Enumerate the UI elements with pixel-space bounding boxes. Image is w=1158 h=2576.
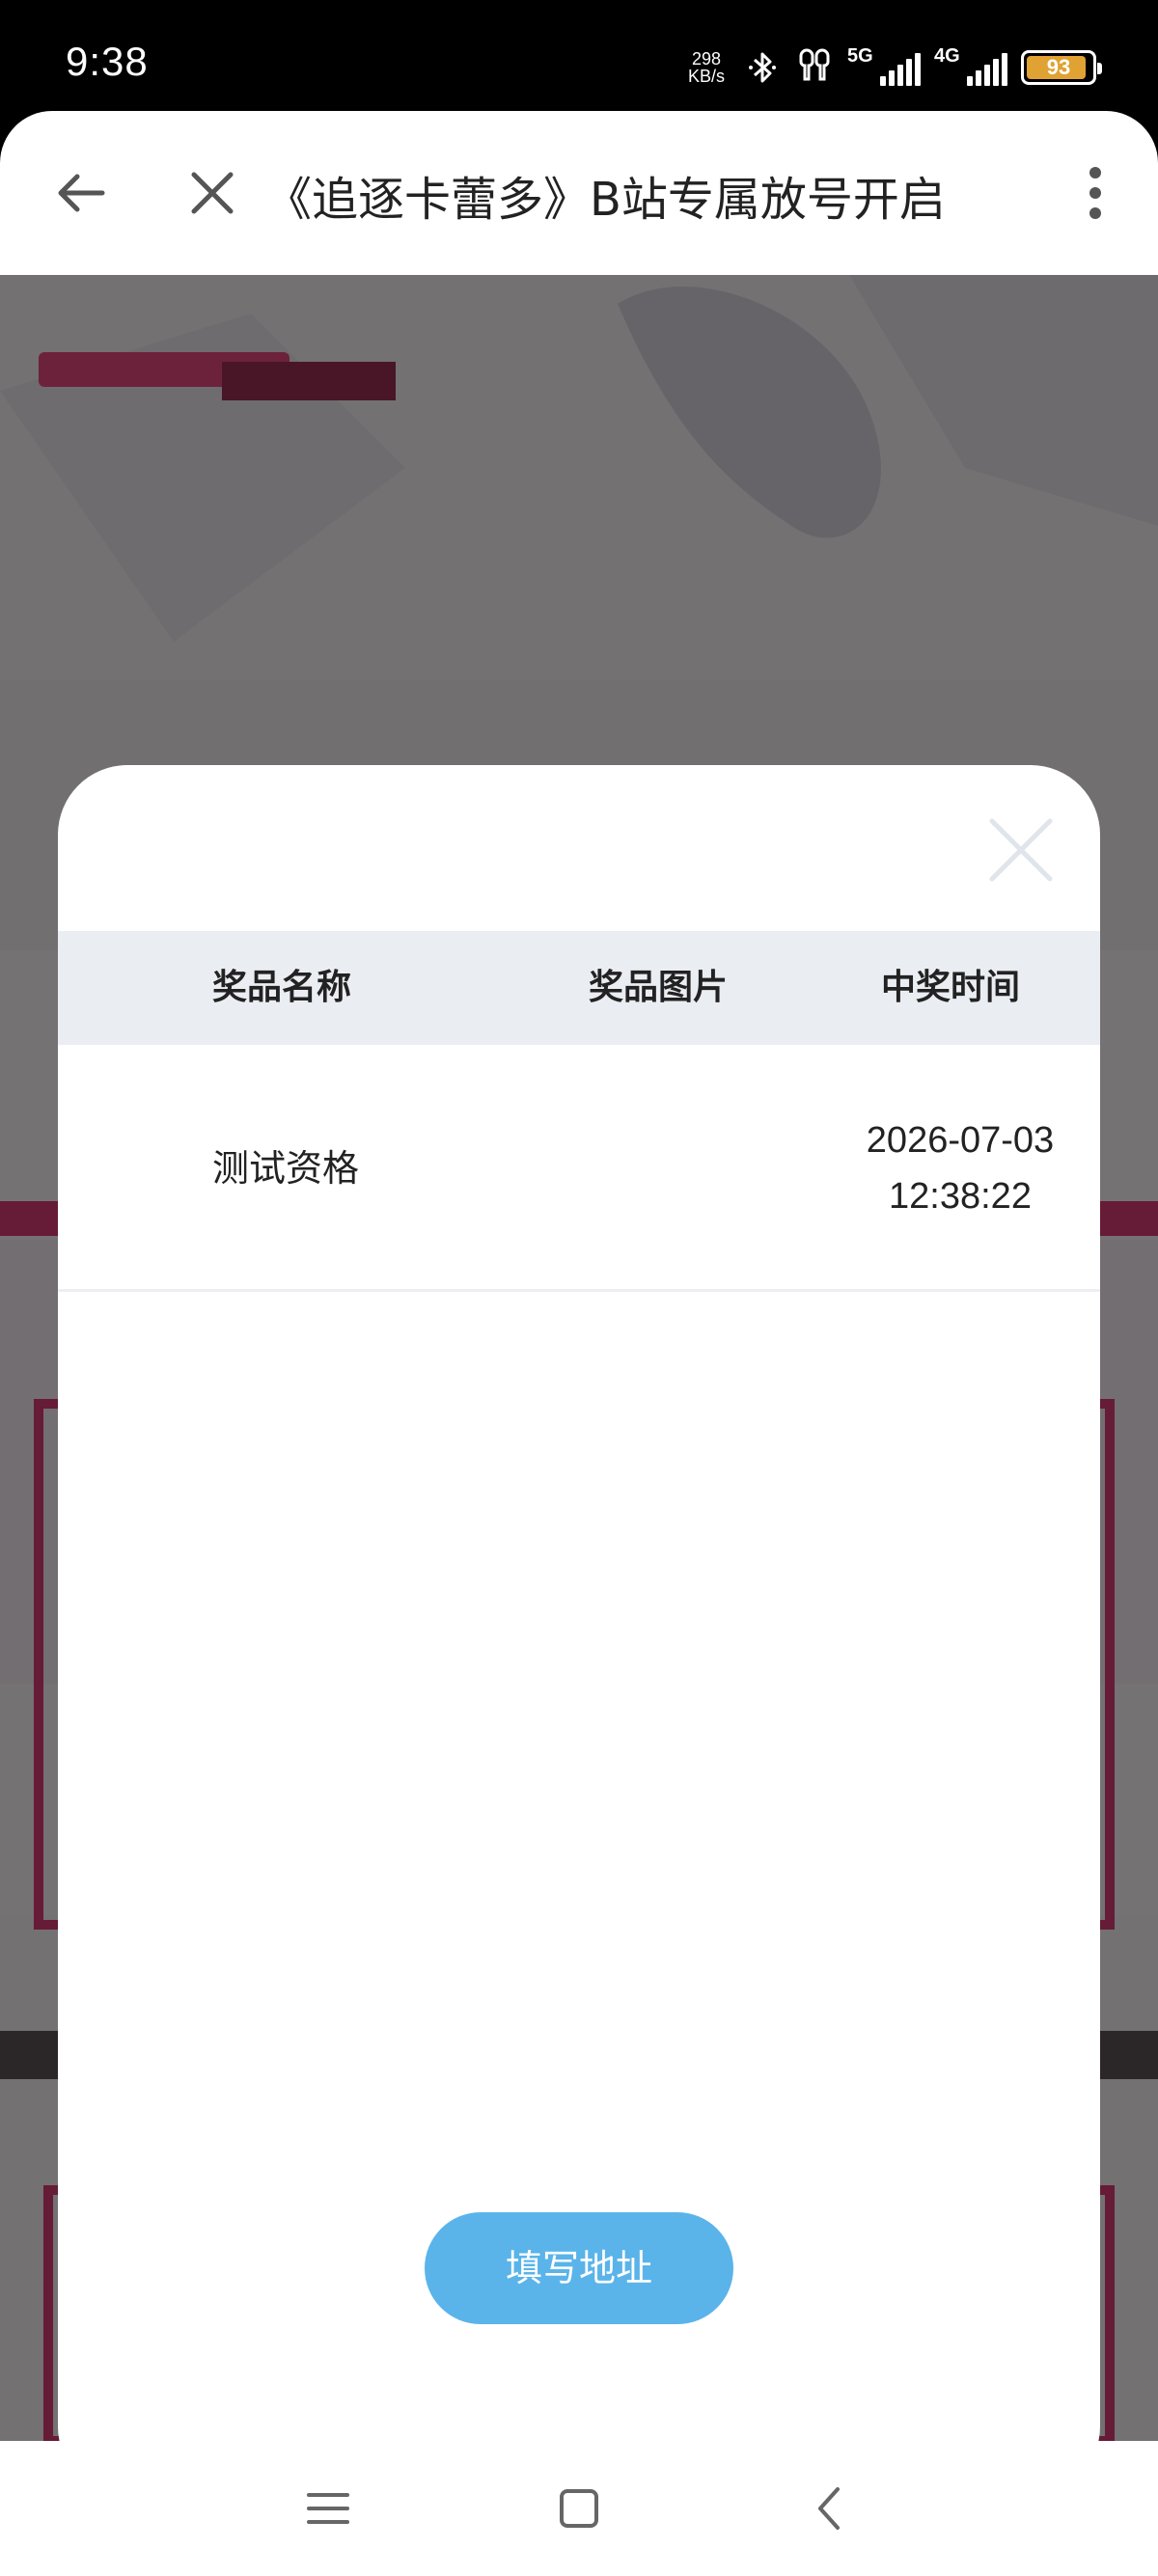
browser-nav-bar: 《追逐卡蕾多》B站专属放号开启	[0, 111, 1158, 275]
home-icon[interactable]	[550, 2480, 608, 2537]
signal-5g-icon: 5G	[847, 45, 921, 86]
prize-name-cell: 测试资格	[212, 1147, 360, 1190]
bluetooth-icon	[749, 52, 776, 83]
prize-record-modal: 奖品名称 奖品图片 中奖时间 测试资格 2026-07-03 12:38:22 …	[58, 765, 1100, 2441]
win-date: 2026-07-03	[866, 1120, 1055, 1161]
win-clock-time: 12:38:22	[889, 1176, 1032, 1217]
signal-4g-label: 4G	[934, 45, 960, 67]
battery-icon: 93	[1021, 50, 1102, 85]
network-speed-value: 298	[691, 49, 722, 69]
page-title: 《追逐卡蕾多》B站专属放号开启	[265, 173, 946, 227]
table-header: 奖品名称 奖品图片 中奖时间	[58, 931, 1100, 1045]
status-time: 9:38	[66, 39, 149, 84]
back-icon[interactable]	[801, 2480, 859, 2537]
arrow-left-icon[interactable]	[48, 159, 116, 227]
signal-5g-label: 5G	[847, 45, 873, 67]
network-speed: 298 KB/s	[683, 50, 730, 85]
more-vertical-icon[interactable]	[1071, 159, 1119, 227]
table-row: 测试资格 2026-07-03 12:38:22	[58, 1045, 1100, 1292]
system-navigation-bar	[0, 2441, 1158, 2576]
network-speed-unit: KB/s	[687, 67, 725, 86]
webview: 奖品名称 奖品图片 中奖时间 测试资格 2026-07-03 12:38:22 …	[0, 275, 1158, 2441]
column-header-prize-name: 奖品名称	[212, 968, 352, 1007]
close-icon[interactable]	[179, 159, 246, 227]
fill-address-button[interactable]: 填写地址	[425, 2212, 733, 2324]
earbuds-icon	[799, 48, 830, 81]
column-header-prize-image: 奖品图片	[589, 968, 729, 1007]
battery-level: 93	[1046, 55, 1071, 79]
win-time-cell: 2026-07-03 12:38:22	[830, 1112, 1090, 1224]
menu-icon[interactable]	[299, 2480, 357, 2537]
status-bar: 9:38 298 KB/s 5G 4G 93	[0, 0, 1158, 116]
signal-4g-icon: 4G	[934, 45, 1007, 86]
status-icons: 298 KB/s 5G 4G 93	[683, 44, 1102, 91]
close-icon[interactable]	[984, 813, 1058, 887]
column-header-win-time: 中奖时间	[881, 968, 1021, 1007]
